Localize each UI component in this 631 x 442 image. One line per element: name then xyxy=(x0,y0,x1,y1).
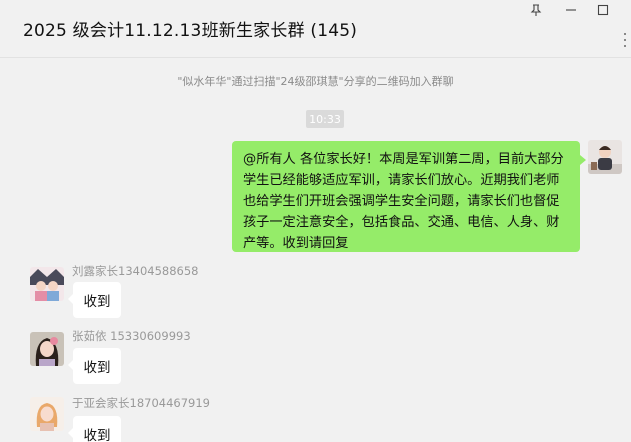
minimize-icon[interactable] xyxy=(560,2,582,18)
pin-icon[interactable] xyxy=(525,2,547,18)
system-notice: "似水年华"通过扫描"24级邵琪慧"分享的二维码加入群聊 xyxy=(177,75,454,88)
group-title: 2025 级会计11.12.13班新生家长群 (145) xyxy=(23,21,358,41)
title-bar: 2025 级会计11.12.13班新生家长群 (145) xyxy=(0,0,631,58)
incoming-message-bubble[interactable]: 收到 xyxy=(68,416,121,442)
member-avatar[interactable] xyxy=(30,267,64,301)
member-avatar[interactable] xyxy=(30,332,64,366)
my-avatar[interactable] xyxy=(588,140,622,174)
outgoing-message-bubble[interactable]: @所有人 各位家长好！本周是军训第二周，目前大部分学生已经能够适应军训，请家长们… xyxy=(232,141,586,252)
sender-name: 于亚会家长18704467919 xyxy=(72,396,210,410)
incoming-message-bubble[interactable]: 收到 xyxy=(68,348,121,384)
incoming-message-bubble[interactable]: 收到 xyxy=(68,282,121,318)
more-icon[interactable] xyxy=(624,33,628,47)
sender-name: 刘露家长13404588658 xyxy=(72,264,199,278)
maximize-icon[interactable] xyxy=(592,2,614,18)
message-timestamp: 10:33 xyxy=(306,110,344,128)
sender-name: 张茹依 15330609993 xyxy=(72,329,191,343)
message-list[interactable]: "似水年华"通过扫描"24级邵琪慧"分享的二维码加入群聊 10:33 @所有人 … xyxy=(0,58,631,442)
chat-window: 2025 级会计11.12.13班新生家长群 (145) "似水年华"通过扫描"… xyxy=(0,0,631,442)
member-avatar[interactable] xyxy=(30,397,64,431)
